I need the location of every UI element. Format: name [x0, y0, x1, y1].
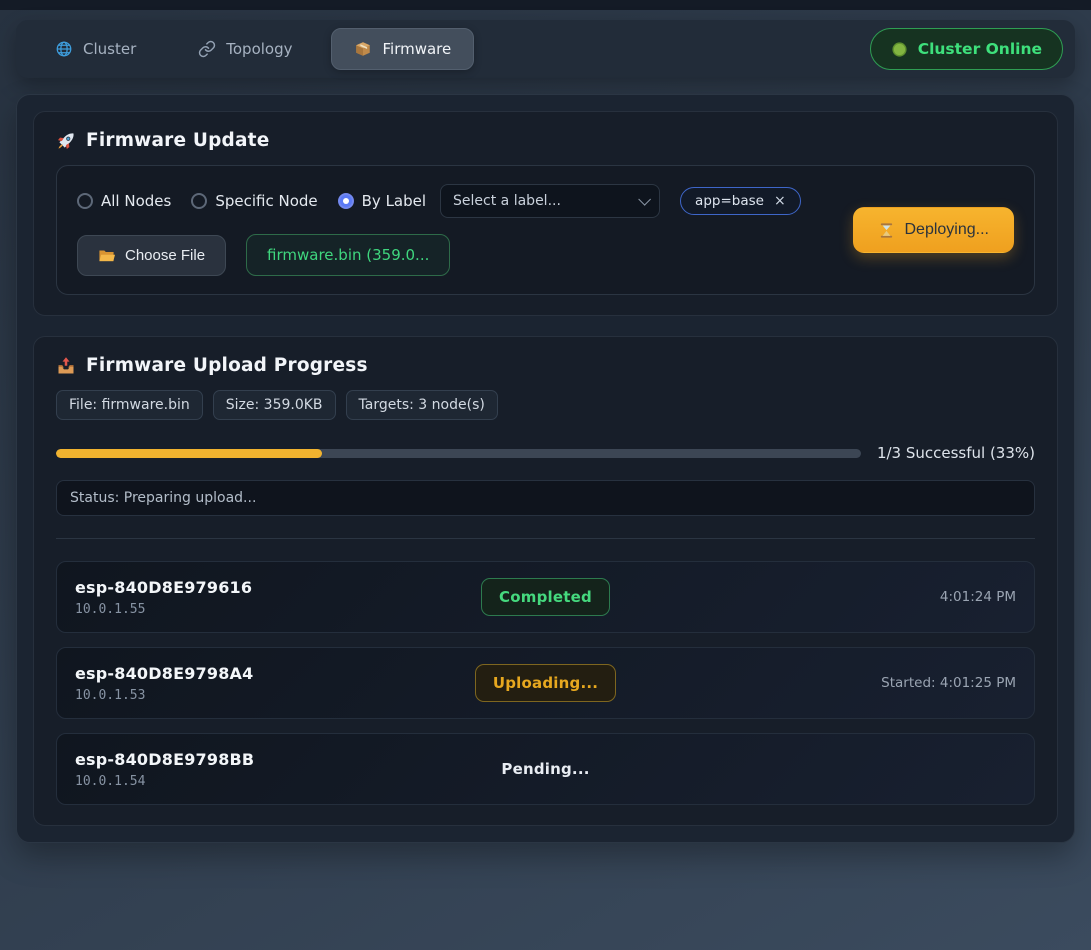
upload-progress-card: Firmware Upload Progress File: firmware.…	[33, 336, 1058, 826]
firmware-update-card: Firmware Update All Nodes Specific Node …	[33, 111, 1058, 316]
green-dot-icon	[891, 41, 908, 58]
upload-tray-icon	[56, 356, 76, 376]
deploy-panel: All Nodes Specific Node By Label Select …	[56, 165, 1035, 295]
card-title-text: Firmware Upload Progress	[86, 355, 368, 376]
tab-cluster[interactable]: Cluster	[32, 28, 159, 70]
upload-status-box: Status: Preparing upload...	[56, 480, 1035, 516]
radio-label: All Nodes	[101, 192, 171, 210]
choose-file-label: Choose File	[125, 247, 205, 264]
firmware-update-title: Firmware Update	[56, 130, 1035, 151]
node-name: esp-840D8E9798BB	[75, 750, 501, 769]
card-title-text: Firmware Update	[86, 130, 269, 151]
tab-firmware[interactable]: Firmware	[331, 28, 474, 70]
node-status-badge: Uploading...	[475, 664, 616, 702]
progress-fill	[56, 449, 322, 458]
target-select-row: All Nodes Specific Node By Label Select …	[77, 184, 829, 218]
node-row: esp-840D8E979616 10.0.1.55 Completed 4:0…	[56, 561, 1035, 633]
node-status-badge: Completed	[481, 578, 610, 616]
radio-dot[interactable]	[191, 193, 207, 209]
package-icon	[354, 40, 372, 58]
deploy-button[interactable]: Deploying...	[853, 207, 1015, 253]
radio-dot[interactable]	[77, 193, 93, 209]
radio-all-nodes[interactable]: All Nodes	[77, 192, 171, 210]
file-badge: File: firmware.bin	[56, 390, 203, 420]
node-time: 4:01:24 PM	[940, 589, 1016, 605]
hourglass-icon	[878, 222, 895, 239]
size-badge: Size: 359.0KB	[213, 390, 336, 420]
node-identity: esp-840D8E979616 10.0.1.55	[75, 578, 481, 617]
progress-label: 1/3 Successful (33%)	[877, 444, 1035, 462]
progress-row: 1/3 Successful (33%)	[56, 444, 1035, 462]
choose-file-button[interactable]: Choose File	[77, 235, 226, 276]
link-icon	[198, 40, 216, 58]
node-name: esp-840D8E9798A4	[75, 664, 475, 683]
section-divider	[56, 538, 1035, 539]
label-chip-text: app=base	[695, 193, 764, 209]
upload-status-text: Status: Preparing upload...	[70, 490, 256, 506]
node-row: esp-840D8E9798BB 10.0.1.54 Pending...	[56, 733, 1035, 805]
node-name: esp-840D8E979616	[75, 578, 481, 597]
globe-icon	[55, 40, 73, 58]
upload-progress-title: Firmware Upload Progress	[56, 355, 1035, 376]
node-status-badge: Pending...	[501, 751, 589, 787]
deploy-controls: All Nodes Specific Node By Label Select …	[77, 184, 829, 276]
top-nav: Cluster Topology Firmware Cluster Online	[16, 20, 1075, 78]
cluster-status-label: Cluster Online	[918, 40, 1042, 58]
radio-label: By Label	[362, 192, 426, 210]
node-identity: esp-840D8E9798BB 10.0.1.54	[75, 750, 501, 789]
label-select[interactable]: Select a label...	[440, 184, 660, 218]
node-time: Started: 4:01:25 PM	[881, 675, 1016, 691]
rocket-icon	[56, 131, 76, 151]
chevron-down-icon	[638, 193, 651, 206]
progress-track	[56, 449, 861, 458]
tab-label: Cluster	[83, 40, 136, 58]
tab-topology[interactable]: Topology	[175, 28, 315, 70]
radio-dot[interactable]	[338, 193, 354, 209]
node-ip: 10.0.1.55	[75, 602, 481, 617]
deploy-button-label: Deploying...	[905, 221, 990, 239]
node-row: esp-840D8E9798A4 10.0.1.53 Uploading... …	[56, 647, 1035, 719]
cluster-status-badge: Cluster Online	[870, 28, 1063, 70]
radio-specific-node[interactable]: Specific Node	[191, 192, 317, 210]
node-identity: esp-840D8E9798A4 10.0.1.53	[75, 664, 475, 703]
label-select-value: Select a label...	[453, 193, 561, 209]
file-row: Choose File firmware.bin (359.0...	[77, 234, 829, 276]
folder-icon	[98, 247, 115, 264]
selected-file-label: firmware.bin (359.0...	[246, 234, 450, 276]
tab-label: Topology	[226, 40, 292, 58]
radio-by-label[interactable]: By Label	[338, 192, 426, 210]
main-content: Firmware Update All Nodes Specific Node …	[16, 94, 1075, 843]
label-chip[interactable]: app=base ×	[680, 187, 801, 215]
page-top-strip	[0, 0, 1091, 10]
node-ip: 10.0.1.54	[75, 774, 501, 789]
upload-meta-row: File: firmware.bin Size: 359.0KB Targets…	[56, 390, 1035, 420]
node-ip: 10.0.1.53	[75, 688, 475, 703]
tab-label: Firmware	[382, 40, 451, 58]
radio-label: Specific Node	[215, 192, 317, 210]
targets-badge: Targets: 3 node(s)	[346, 390, 498, 420]
close-icon[interactable]: ×	[774, 193, 786, 209]
